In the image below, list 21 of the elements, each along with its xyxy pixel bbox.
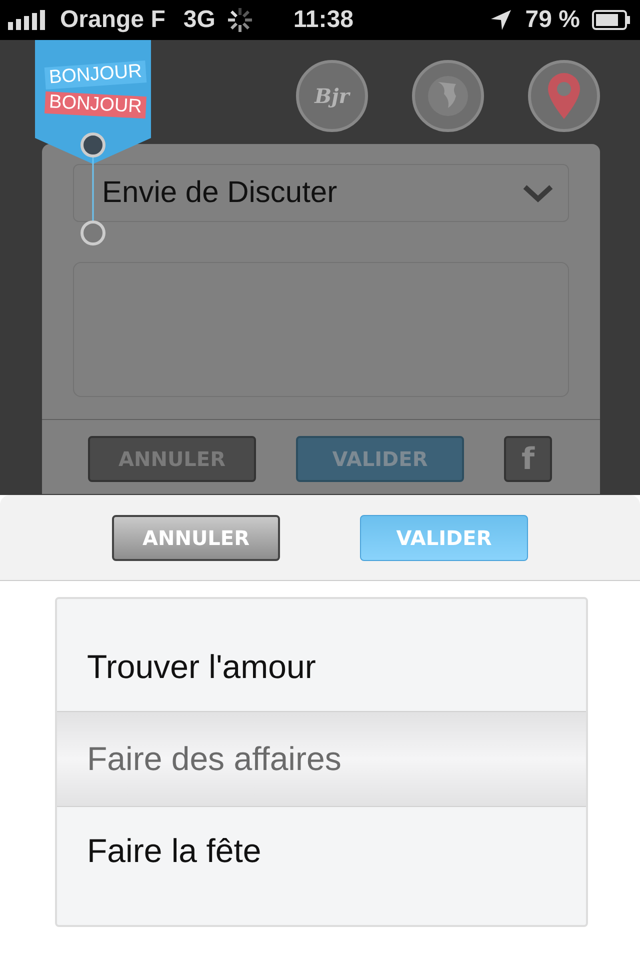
battery-icon bbox=[592, 9, 632, 31]
globe-icon bbox=[426, 74, 470, 118]
facebook-button[interactable]: f bbox=[504, 436, 552, 482]
picker-wheel[interactable]: Trouver l'amour Faire des affaires Faire la fête bbox=[55, 597, 588, 927]
clock: 11:38 bbox=[293, 6, 354, 34]
chevron-down-icon bbox=[522, 183, 554, 203]
carrier-name: Orange F bbox=[60, 6, 166, 34]
confirm-button[interactable]: VALIDER bbox=[296, 436, 464, 482]
picker-option[interactable]: Trouver l'amour bbox=[57, 623, 586, 711]
dropdown-field[interactable]: Envie de Discuter bbox=[73, 164, 569, 222]
network-type: 3G bbox=[183, 6, 216, 34]
map-pin-icon bbox=[546, 71, 582, 121]
activity-spinner-icon bbox=[227, 7, 254, 33]
confirm-button[interactable]: VALIDER bbox=[360, 514, 528, 560]
cancel-button[interactable]: ANNULER bbox=[112, 514, 280, 560]
location-arrow-icon bbox=[489, 8, 514, 32]
picker-option[interactable]: Faire la fête bbox=[57, 807, 586, 895]
signal-icon bbox=[8, 10, 48, 30]
picker-option[interactable]: Faire des affaires bbox=[57, 711, 586, 807]
battery-percentage: 79 % bbox=[525, 6, 580, 34]
bjr-button[interactable]: Bjr bbox=[296, 60, 368, 132]
